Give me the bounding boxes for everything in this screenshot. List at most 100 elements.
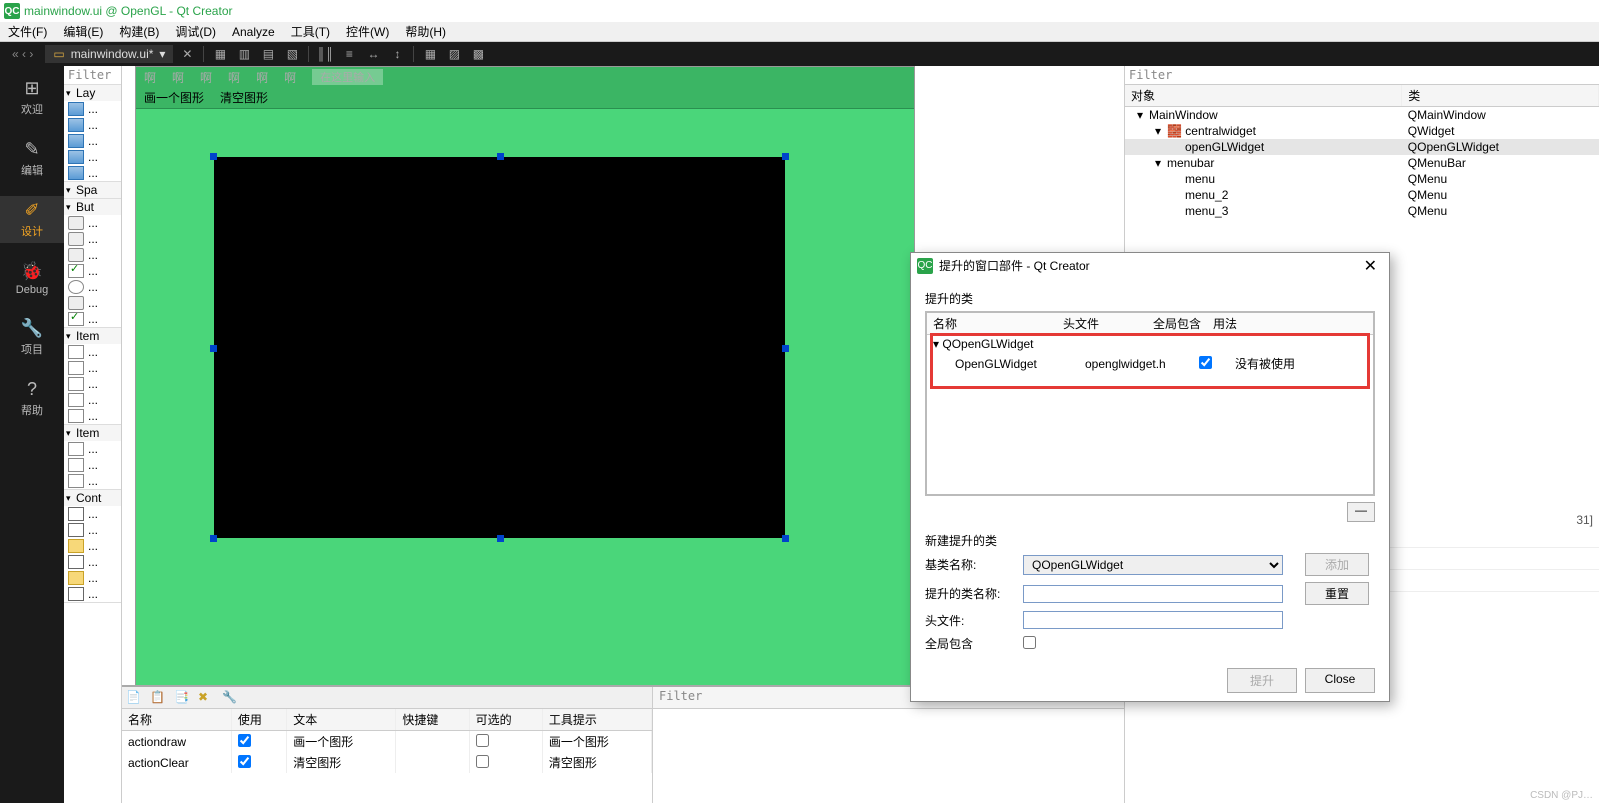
resize-handle[interactable] [497,535,504,542]
widget-item[interactable]: ... [64,457,121,473]
menu-item[interactable]: 帮助(H) [401,23,450,40]
layout-btn-9[interactable]: ▦ [420,44,440,64]
mode-Debug[interactable]: 🐞Debug [0,257,64,300]
widget-item[interactable]: ... [64,101,121,117]
action-row[interactable]: actionClear清空图形清空图形 [122,752,652,773]
resize-handle[interactable] [497,153,504,160]
widget-item[interactable]: ... [64,522,121,538]
dialog-titlebar[interactable]: QC 提升的窗口部件 - Qt Creator ✕ [911,253,1389,278]
menu-item[interactable]: 控件(W) [342,23,393,40]
layout-btn-5[interactable]: ║║ [315,44,335,64]
object-tree-row[interactable]: ▾menubarQMenuBar [1125,155,1599,171]
form-menu-ghost[interactable]: 啊 [200,69,212,86]
form-menu-ghost[interactable]: 啊 [144,69,156,86]
widgetbox-filter[interactable]: Filter [64,66,121,85]
close-tab-icon[interactable]: ✕ [177,44,197,64]
menu-item[interactable]: 编辑(E) [59,23,107,40]
toolbar-action-clear[interactable]: 清空图形 [220,89,268,106]
widget-item[interactable]: ... [64,295,121,311]
promoted-class-list[interactable]: 名称 头文件 全局包含 用法 ▾ QOpenGLWidget OpenGLWid… [925,311,1375,496]
action-paste-icon[interactable]: 📑 [174,690,190,706]
layout-btn-10[interactable]: ▨ [444,44,464,64]
widget-category[interactable]: ▾Spa [64,182,121,198]
form-menubar[interactable]: 啊啊啊啊啊啊在这里输入 [136,67,914,87]
menu-item[interactable]: 构建(B) [115,23,163,40]
widget-item[interactable]: ... [64,506,121,522]
object-tree-row[interactable]: menuQMenu [1125,171,1599,187]
form-menu-ghost[interactable]: 啊 [228,69,240,86]
opengl-widget[interactable] [214,157,785,538]
widget-category[interactable]: ▾Cont [64,490,121,506]
object-tree-row[interactable]: menu_3QMenu [1125,203,1599,219]
class-name-input[interactable] [1023,585,1283,603]
checkable-check[interactable] [476,734,489,747]
widget-item[interactable]: ... [64,279,121,295]
object-tree[interactable]: 对象类▾MainWindowQMainWindow▾🧱 centralwidge… [1125,85,1599,219]
layout-btn-11[interactable]: ▩ [468,44,488,64]
layout-btn-4[interactable]: ▧ [282,44,302,64]
promote-button[interactable]: 提升 [1227,668,1297,693]
widget-item[interactable]: ... [64,263,121,279]
base-class-select[interactable]: QOpenGLWidget [1023,555,1283,575]
mode-帮助[interactable]: ?帮助 [0,375,64,422]
mode-项目[interactable]: 🔧项目 [0,314,64,361]
used-check[interactable] [238,734,251,747]
widget-item[interactable]: ... [64,311,121,327]
widget-item[interactable]: ... [64,117,121,133]
widget-category[interactable]: ▾Lay [64,85,121,101]
layout-btn-8[interactable]: ↕ [387,44,407,64]
menu-item[interactable]: 工具(T) [287,23,334,40]
used-check[interactable] [238,755,251,768]
widget-item[interactable]: ... [64,408,121,424]
menu-placeholder[interactable]: 在这里输入 [312,69,383,85]
widget-item[interactable]: ... [64,554,121,570]
object-tree-row[interactable]: menu_2QMenu [1125,187,1599,203]
widget-item[interactable]: ... [64,538,121,554]
dialog-close-icon[interactable]: ✕ [1358,256,1383,276]
action-row[interactable]: actiondraw画一个图形画一个图形 [122,731,652,753]
action-delete-icon[interactable]: ✖ [198,690,214,706]
mode-设计[interactable]: ✐设计 [0,196,64,243]
action-table[interactable]: 名称使用文本快捷键可选的工具提示actiondraw画一个图形画一个图形acti… [122,709,652,803]
object-tree-row[interactable]: ▾MainWindowQMainWindow [1125,107,1599,124]
widget-category[interactable]: ▾Item [64,425,121,441]
close-button[interactable]: Close [1305,668,1375,693]
object-filter[interactable]: Filter [1125,66,1599,85]
action-config-icon[interactable]: 🔧 [222,690,238,706]
form-menu-ghost[interactable]: 啊 [284,69,296,86]
resize-handle[interactable] [782,345,789,352]
checkable-check[interactable] [476,755,489,768]
file-tab[interactable]: ▭ mainwindow.ui* ▾ [45,45,173,63]
widget-item[interactable]: ... [64,231,121,247]
layout-btn-3[interactable]: ▤ [258,44,278,64]
resize-handle[interactable] [210,153,217,160]
layout-btn-6[interactable]: ≡ [339,44,359,64]
menu-item[interactable]: 文件(F) [4,23,51,40]
menu-item[interactable]: 调试(D) [171,23,220,40]
widget-item[interactable]: ... [64,586,121,602]
object-tree-row[interactable]: ▾🧱 centralwidgetQWidget [1125,123,1599,139]
remove-button[interactable]: — [1347,502,1375,522]
widget-item[interactable]: ... [64,133,121,149]
widget-category[interactable]: ▾Item [64,328,121,344]
layout-btn-7[interactable]: ↔ [363,44,383,64]
widget-item[interactable]: ... [64,376,121,392]
widget-item[interactable]: ... [64,344,121,360]
mode-编辑[interactable]: ✎编辑 [0,135,64,182]
header-file-input[interactable] [1023,611,1283,629]
layout-btn-2[interactable]: ▥ [234,44,254,64]
add-button[interactable]: 添加 [1305,553,1369,576]
toolbar-action-draw[interactable]: 画一个图形 [144,89,204,106]
widget-item[interactable]: ... [64,215,121,231]
widget-category[interactable]: ▾But [64,199,121,215]
resize-handle[interactable] [210,535,217,542]
global-include-checkbox[interactable] [1023,636,1036,649]
widget-item[interactable]: ... [64,247,121,263]
widget-item[interactable]: ... [64,149,121,165]
action-copy-icon[interactable]: 📋 [150,690,166,706]
widget-item[interactable]: ... [64,441,121,457]
dropdown-icon[interactable]: ▾ [159,47,165,61]
resize-handle[interactable] [782,535,789,542]
resize-handle[interactable] [782,153,789,160]
main-window-form[interactable]: 啊啊啊啊啊啊在这里输入 画一个图形 清空图形 [135,66,915,685]
